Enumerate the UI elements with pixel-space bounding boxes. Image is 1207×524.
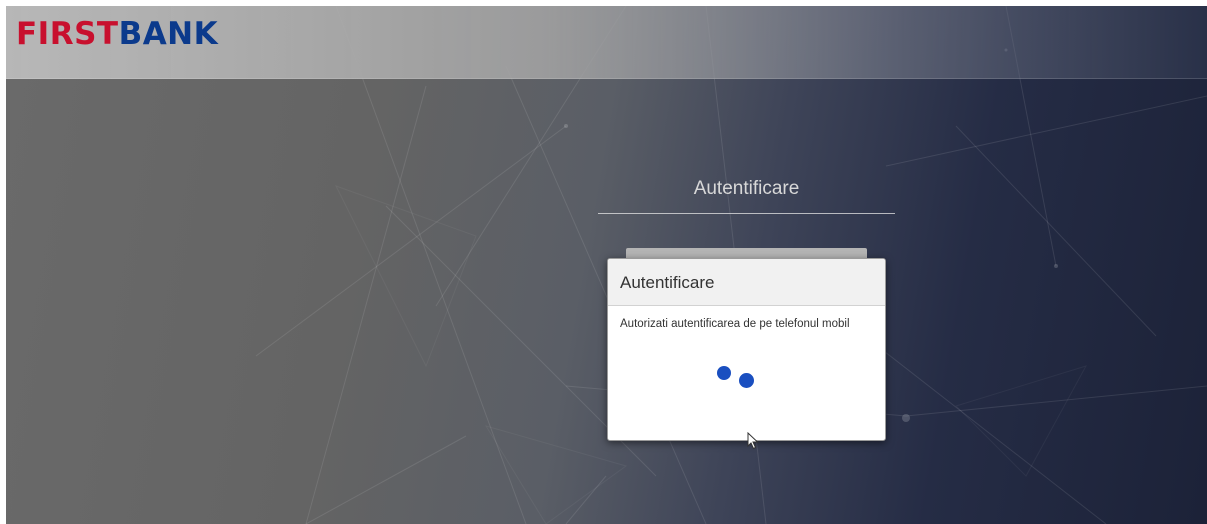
logo-first-text: FIRST: [16, 16, 119, 52]
spinner-dot-icon: [717, 366, 731, 380]
modal-body: Autorizati autentificarea de pe telefonu…: [608, 306, 885, 439]
modal-title: Autentificare: [620, 273, 715, 292]
authentication-modal: Autentificare Autorizati autentificarea …: [607, 258, 886, 441]
spinner-dot-icon: [739, 373, 754, 388]
modal-message: Autorizati autentificarea de pe telefonu…: [620, 318, 850, 330]
mouse-cursor-icon: [747, 432, 759, 450]
logo-bank-text: BANK: [118, 16, 219, 52]
page: FIRSTBANK Autentificare Autentificare Au…: [0, 0, 1207, 524]
login-heading: Autentificare: [693, 178, 800, 199]
modal-header: Autentificare: [608, 259, 885, 306]
firstbank-logo[interactable]: FIRSTBANK: [16, 16, 218, 52]
top-header-bar: FIRSTBANK: [6, 6, 1207, 79]
app-window: FIRSTBANK Autentificare Autentificare Au…: [6, 6, 1207, 524]
login-divider: [598, 213, 895, 214]
